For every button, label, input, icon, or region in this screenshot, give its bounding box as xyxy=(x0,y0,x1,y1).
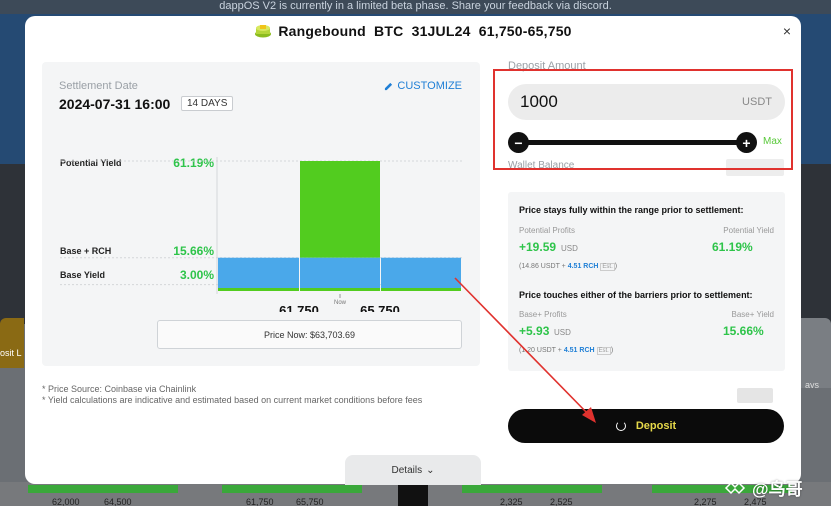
base-profits-label: Base+ Profits xyxy=(519,310,567,319)
price-now-box: Price Now: $63,703.69 xyxy=(157,320,462,349)
bg-number: 2,525 xyxy=(550,497,573,506)
deposit-button[interactable]: Deposit xyxy=(508,409,784,443)
base-rch-bar xyxy=(218,257,299,288)
bg-number: 65,750 xyxy=(296,497,324,506)
breakdown-close: ) xyxy=(614,263,618,270)
modal-title: Rangebound BTC 31JUL24 61,750-65,750 xyxy=(278,23,572,39)
yield-chart: Now 61,750 65,750 xyxy=(60,157,462,312)
breakdown-close: ) xyxy=(610,347,614,354)
annotation-highlight-box xyxy=(493,69,793,170)
base-yield-label-2: Base+ Yield xyxy=(731,310,774,319)
background-side-card-left: osit L xyxy=(0,318,24,368)
loading-spinner-icon xyxy=(615,421,626,431)
est-badge: Est. xyxy=(600,263,615,271)
range-high-label: 65,750 xyxy=(360,303,400,312)
background-side-card-right: ays xyxy=(801,318,831,388)
deposit-button-label: Deposit xyxy=(635,420,677,432)
scenario-touch-title: Price touches either of the barriers pri… xyxy=(519,290,753,300)
details-toggle[interactable]: Details ⌄ xyxy=(345,455,481,485)
profit-breakdown: (14.86 USDT + 4.51 RCH Est.) xyxy=(519,263,618,271)
yield-panel: Settlement Date 2024-07-31 16:00 14 DAYS… xyxy=(42,62,480,366)
bg-number: 62,000 xyxy=(52,497,80,506)
bg-dark-block xyxy=(398,484,428,506)
breakdown-rch: 4.51 RCH xyxy=(567,263,599,270)
now-label: Now xyxy=(334,300,347,306)
watermark-logo-icon xyxy=(724,481,746,494)
chevron-down-icon: ⌄ xyxy=(426,464,435,476)
price-now-text: Price Now: $63,703.69 xyxy=(263,329,356,340)
scenario-in-range-title: Price stays fully within the range prior… xyxy=(519,205,744,215)
product-modal: Rangebound BTC 31JUL24 61,750-65,750 × S… xyxy=(25,16,801,484)
beta-banner: dappOS V2 is currently in a limited beta… xyxy=(0,0,831,14)
profit-scenarios: Price stays fully within the range prior… xyxy=(508,192,785,371)
breakdown-usdt: (14.86 USDT + xyxy=(519,263,566,270)
base-profit-unit: USD xyxy=(554,328,571,337)
bg-number: 64,500 xyxy=(104,497,132,506)
bg-yield-bar xyxy=(462,485,602,493)
breakdown-rch: 4.51 RCH xyxy=(563,347,595,354)
bg-number: 2,275 xyxy=(694,497,717,506)
breakdown-usdt: (1.20 USDT + xyxy=(519,347,562,354)
beta-banner-text: dappOS V2 is currently in a limited beta… xyxy=(219,0,612,12)
potential-yield-value-2: 61.19% xyxy=(712,240,753,254)
range-low-label: 61,750 xyxy=(279,303,319,312)
watermark: @鸟哥 xyxy=(724,475,803,500)
details-label: Details xyxy=(391,464,423,476)
rangebound-token-icon xyxy=(254,24,272,38)
base-rch-bar xyxy=(300,257,380,288)
potential-profits-label: Potential Profits xyxy=(519,226,576,235)
bg-number: 61,750 xyxy=(246,497,274,506)
base-yield-bar xyxy=(381,288,461,291)
base-rch-bar xyxy=(381,257,461,288)
est-badge: Est. xyxy=(596,347,611,355)
base-yield-bar xyxy=(218,288,299,291)
footnote-yield-disclaimer: * Yield calculations are indicative and … xyxy=(42,395,423,405)
side-right-text: ays xyxy=(805,380,820,388)
close-icon[interactable]: × xyxy=(783,23,791,39)
approve-placeholder xyxy=(737,388,773,403)
side-left-text: osit L xyxy=(0,348,22,358)
bg-yield-bar xyxy=(222,485,362,493)
base-profit-value: +5.93 xyxy=(519,324,550,338)
potential-yield-bar xyxy=(300,161,380,258)
base-profit-breakdown: (1.20 USDT + 4.51 RCH Est.) xyxy=(519,347,614,355)
bg-yield-bar xyxy=(28,485,178,493)
footnotes: * Price Source: Coinbase via Chainlink *… xyxy=(42,384,422,406)
footnote-price-source: * Price Source: Coinbase via Chainlink xyxy=(42,384,197,394)
modal-header: Rangebound BTC 31JUL24 61,750-65,750 × xyxy=(25,16,801,46)
potential-profit-unit: USD xyxy=(561,244,578,253)
watermark-text: @鸟哥 xyxy=(752,480,803,499)
potential-yield-label-2: Potential Yield xyxy=(723,226,774,235)
potential-profit-value: +19.59 xyxy=(519,240,557,254)
bg-number: 2,325 xyxy=(500,497,523,506)
base-yield-value-2: 15.66% xyxy=(723,324,764,338)
base-yield-bar xyxy=(300,288,380,291)
